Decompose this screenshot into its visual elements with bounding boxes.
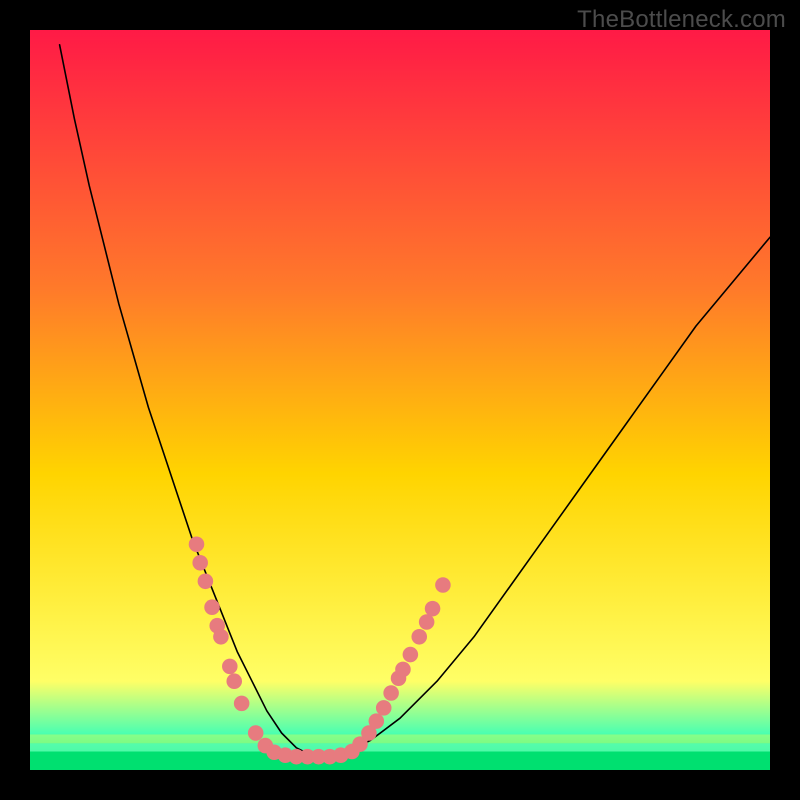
- band-stripe-3: [30, 752, 770, 771]
- marker-dot: [403, 647, 419, 663]
- marker-dot: [376, 700, 392, 716]
- marker-dot: [198, 574, 214, 590]
- marker-dot: [222, 659, 238, 675]
- gradient-bg: [30, 30, 770, 770]
- marker-dot: [234, 696, 250, 712]
- marker-dot: [226, 673, 242, 689]
- marker-dot: [204, 599, 220, 615]
- marker-dot: [383, 685, 399, 701]
- marker-dot: [189, 537, 205, 553]
- chart-svg: [30, 30, 770, 770]
- frame: TheBottleneck.com: [0, 0, 800, 800]
- marker-dot: [213, 629, 229, 645]
- plot-area: [30, 30, 770, 770]
- marker-dot: [419, 614, 435, 630]
- marker-dot: [411, 629, 427, 645]
- marker-dot: [192, 555, 208, 571]
- band-stripe-1: [30, 734, 770, 743]
- band-stripe-2: [30, 743, 770, 751]
- marker-dot: [395, 662, 411, 678]
- marker-dot: [425, 601, 441, 617]
- marker-dot: [369, 713, 385, 729]
- marker-dot: [435, 577, 451, 593]
- marker-dot: [248, 725, 264, 741]
